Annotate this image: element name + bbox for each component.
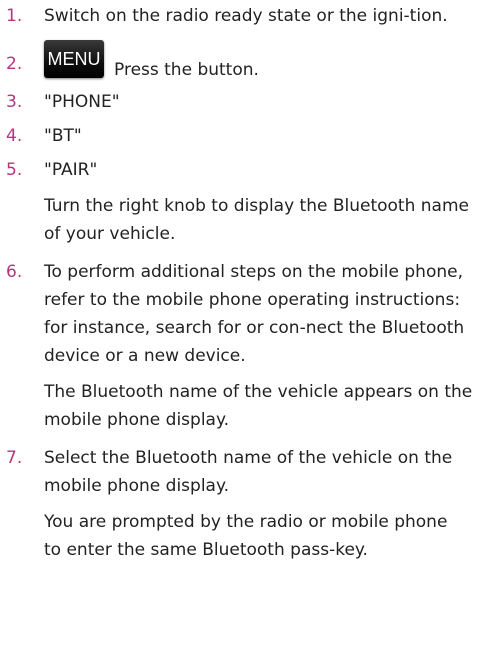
step-4: 4. "BT" [2, 122, 490, 150]
step-text: Select the Bluetooth name of the vehicle… [44, 448, 453, 496]
step-text: Press the button. [114, 60, 259, 80]
step-number: 4. [6, 126, 23, 146]
step-number: 5. [6, 160, 23, 180]
document-page: 1. Switch on the radio ready state or th… [0, 2, 490, 653]
step-number: 7. [6, 448, 23, 468]
step-5: 5. "PAIR" [2, 156, 490, 184]
step-text: "BT" [44, 126, 82, 146]
step-7-result: You are prompted by the radio or mobile … [44, 512, 448, 560]
step-3: 3. "PHONE" [2, 88, 490, 116]
step-text: Switch on the radio ready state or the i… [44, 6, 448, 26]
step-1: 1. Switch on the radio ready state or th… [2, 2, 474, 30]
step-number: 6. [6, 262, 23, 282]
menu-button-icon: MENU [44, 40, 104, 78]
instruction-list: 1. Switch on the radio ready state or th… [0, 2, 490, 564]
step-6-result: The Bluetooth name of the vehicle appear… [44, 382, 473, 430]
step-number: 1. [6, 6, 23, 26]
step-2: 2. MENU Press the button. [2, 40, 490, 84]
step-7: 7. Select the Bluetooth name of the vehi… [2, 444, 484, 500]
step-5-result: Turn the right knob to display the Bluet… [44, 196, 469, 244]
step-number: 2. [6, 54, 23, 74]
step-text: "PAIR" [44, 160, 98, 180]
step-text: "PHONE" [44, 92, 120, 112]
step-text: To perform additional steps on the mobil… [44, 262, 465, 366]
step-number: 3. [6, 92, 23, 112]
step-6: 6. To perform additional steps on the mo… [2, 258, 484, 370]
